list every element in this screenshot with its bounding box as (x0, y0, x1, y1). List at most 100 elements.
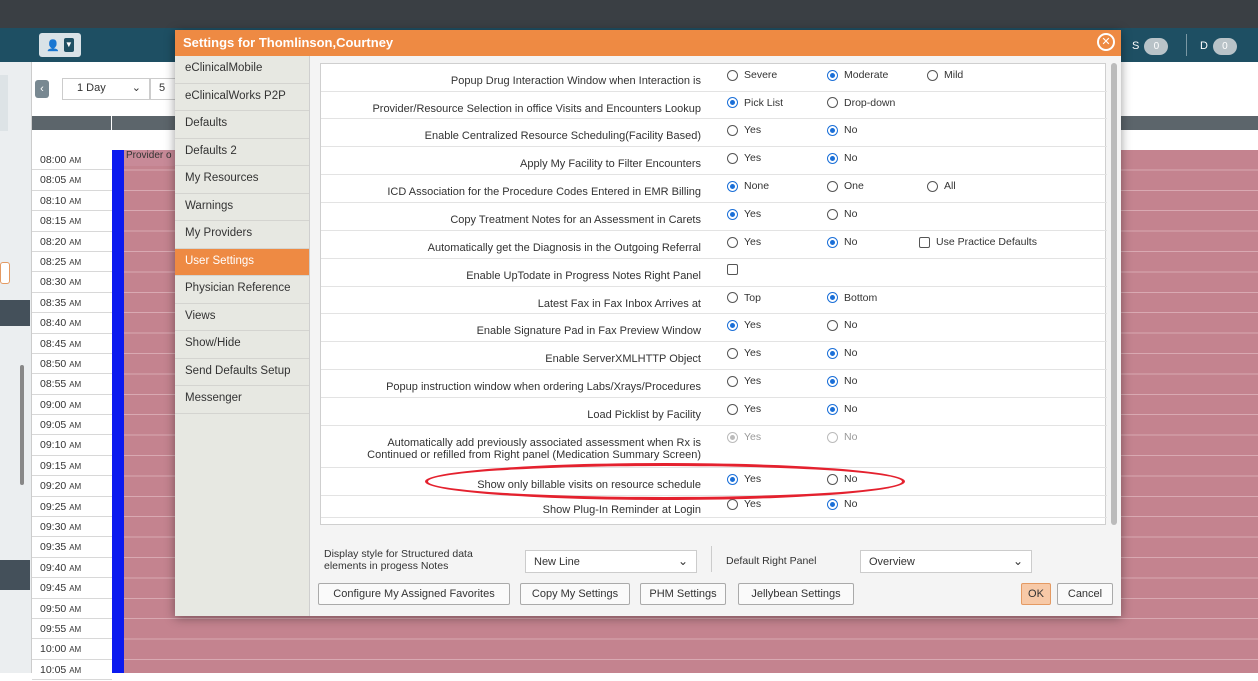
radio-option-yes[interactable]: Yes (727, 403, 761, 415)
right-panel-select[interactable]: Overview ⌄ (860, 550, 1032, 573)
radio-button[interactable] (827, 69, 838, 81)
checkbox-option[interactable]: Use Practice Defaults (919, 236, 1037, 248)
radio-option-no[interactable]: No (827, 498, 857, 510)
radio-option-yes[interactable]: Yes (727, 152, 761, 164)
radio-button[interactable] (827, 236, 838, 248)
previous-day-button[interactable]: ‹ (35, 80, 49, 98)
radio-option-drop-down[interactable]: Drop-down (827, 97, 895, 109)
nav-item-send-defaults-setup[interactable]: Send Defaults Setup (175, 359, 309, 386)
left-strip-tab[interactable] (0, 262, 10, 284)
radio-option-no[interactable]: No (827, 347, 857, 359)
radio-button[interactable] (727, 431, 738, 443)
radio-option-none[interactable]: None (727, 180, 769, 192)
radio-option-one[interactable]: One (827, 180, 864, 192)
radio-option-severe[interactable]: Severe (727, 69, 777, 81)
display-style-select[interactable]: New Line ⌄ (525, 550, 697, 573)
radio-option-no[interactable]: No (827, 473, 857, 485)
radio-button[interactable] (727, 347, 738, 359)
radio-option-no[interactable]: No (827, 152, 857, 164)
nav-item-physician-reference[interactable]: Physician Reference (175, 276, 309, 304)
radio-button[interactable] (727, 208, 738, 220)
radio-button[interactable] (727, 292, 738, 303)
radio-button[interactable] (827, 347, 838, 359)
radio-option-yes[interactable]: Yes (727, 319, 761, 331)
checkbox-option[interactable] (727, 264, 738, 275)
radio-option-all[interactable]: All (927, 180, 956, 192)
radio-button[interactable] (727, 473, 738, 485)
radio-button[interactable] (727, 97, 738, 108)
radio-option-moderate[interactable]: Moderate (827, 69, 888, 81)
radio-button[interactable] (727, 180, 738, 192)
radio-button[interactable] (827, 403, 838, 415)
radio-option-pick-list[interactable]: Pick List (727, 97, 783, 109)
radio-option-yes[interactable]: Yes (727, 375, 761, 387)
radio-button[interactable] (827, 124, 838, 136)
nav-item-defaults-2[interactable]: Defaults 2 (175, 139, 309, 166)
radio-option-no[interactable]: No (827, 319, 857, 331)
close-icon[interactable]: ✕ (1097, 33, 1115, 51)
radio-option-top[interactable]: Top (727, 292, 761, 304)
nav-item-my-providers[interactable]: My Providers (175, 221, 309, 249)
phm-settings-button[interactable]: PHM Settings (640, 583, 726, 605)
radio-option-no[interactable]: No (827, 403, 857, 415)
checkbox[interactable] (727, 264, 738, 275)
radio-button[interactable] (727, 124, 738, 136)
radio-option-yes[interactable]: Yes (727, 347, 761, 359)
radio-button[interactable] (727, 152, 738, 164)
nav-item-eclinicalworks-p2p[interactable]: eClinicalWorks P2P (175, 84, 309, 111)
counter-d[interactable]: D 0 (1200, 36, 1237, 56)
view-count-field[interactable]: 5 (150, 78, 178, 100)
radio-button[interactable] (827, 152, 838, 164)
radio-option-bottom[interactable]: Bottom (827, 292, 877, 304)
left-scrollbar[interactable] (20, 365, 24, 485)
radio-button[interactable] (727, 498, 738, 510)
radio-button[interactable] (827, 180, 838, 192)
radio-button[interactable] (727, 69, 738, 81)
nav-item-show-hide[interactable]: Show/Hide (175, 331, 309, 359)
radio-button[interactable] (927, 69, 938, 81)
radio-option-yes[interactable]: Yes (727, 124, 761, 136)
radio-option-yes[interactable]: Yes (727, 236, 761, 248)
checkbox[interactable] (919, 236, 930, 248)
nav-item-my-resources[interactable]: My Resources (175, 166, 309, 194)
radio-button[interactable] (827, 375, 838, 387)
radio-option-no[interactable]: No (827, 208, 857, 220)
nav-item-messenger[interactable]: Messenger (175, 386, 309, 414)
radio-option-mild[interactable]: Mild (927, 69, 963, 81)
radio-button[interactable] (727, 319, 738, 331)
radio-button[interactable] (827, 498, 838, 510)
nav-item-defaults[interactable]: Defaults (175, 111, 309, 139)
nav-item-user-settings[interactable]: User Settings (175, 248, 309, 276)
view-select[interactable]: 1 Day ⌄ (62, 78, 150, 100)
radio-button[interactable] (827, 431, 838, 443)
nav-item-eclinicalmobile[interactable]: eClinicalMobile (175, 56, 309, 84)
nav-item-views[interactable]: Views (175, 304, 309, 331)
configure-favorites-button[interactable]: Configure My Assigned Favorites (318, 583, 510, 605)
radio-button[interactable] (727, 375, 738, 387)
jellybean-settings-button[interactable]: Jellybean Settings (738, 583, 854, 605)
radio-option-yes[interactable]: Yes (727, 473, 761, 485)
radio-option-no[interactable]: No (827, 431, 857, 443)
time-slot: 09:10 AM (32, 435, 112, 456)
radio-button[interactable] (827, 208, 838, 220)
radio-option-yes[interactable]: Yes (727, 498, 761, 510)
user-menu-button[interactable]: 👤 ▼ (39, 33, 81, 57)
radio-button[interactable] (727, 236, 738, 248)
radio-button[interactable] (727, 403, 738, 415)
ok-button[interactable]: OK (1021, 583, 1051, 605)
cancel-button[interactable]: Cancel (1057, 583, 1113, 605)
radio-button[interactable] (827, 97, 838, 108)
panel-scrollbar[interactable] (1111, 63, 1117, 525)
radio-button[interactable] (827, 292, 838, 303)
radio-option-yes[interactable]: Yes (727, 431, 761, 443)
radio-option-yes[interactable]: Yes (727, 208, 761, 220)
radio-button[interactable] (827, 319, 838, 331)
radio-option-no[interactable]: No (827, 236, 857, 248)
copy-settings-button[interactable]: Copy My Settings (520, 583, 630, 605)
radio-button[interactable] (927, 180, 938, 192)
nav-item-warnings[interactable]: Warnings (175, 194, 309, 221)
radio-option-no[interactable]: No (827, 124, 857, 136)
counter-s[interactable]: S 0 (1132, 36, 1169, 56)
radio-option-no[interactable]: No (827, 375, 857, 387)
radio-button[interactable] (827, 473, 838, 485)
